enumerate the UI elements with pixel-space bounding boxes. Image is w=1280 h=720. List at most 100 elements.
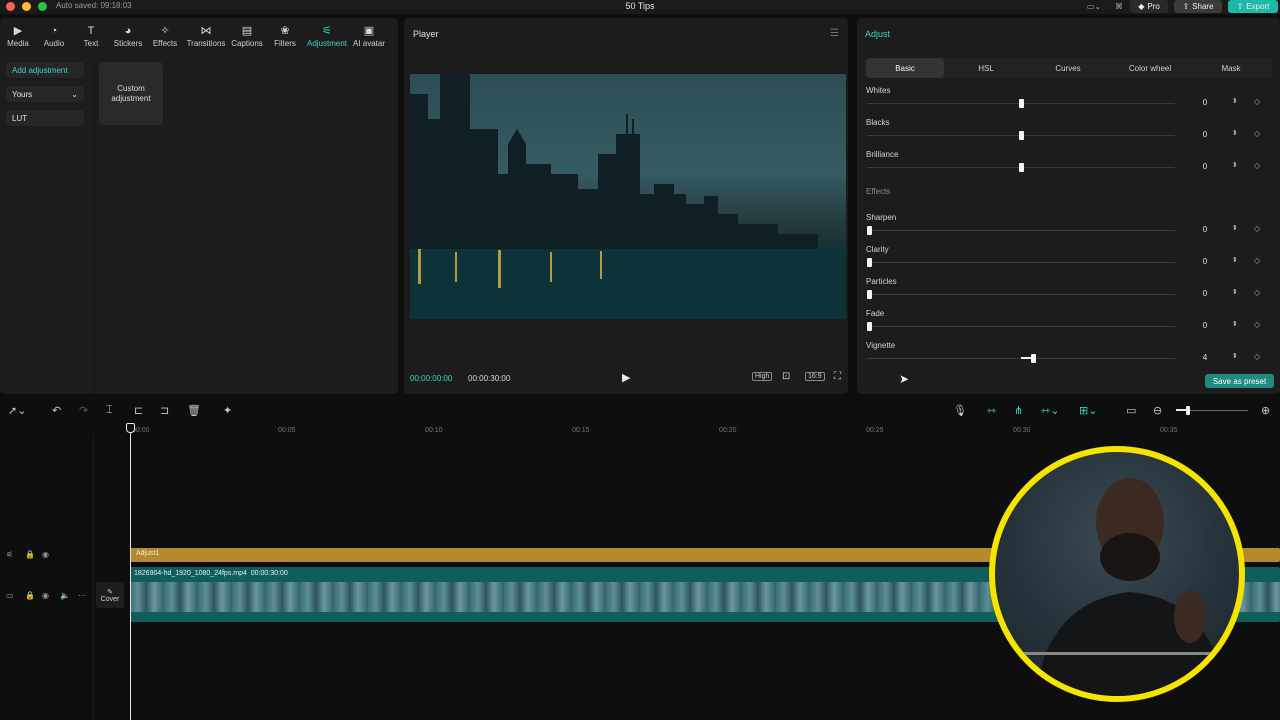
fade-slider[interactable] (867, 322, 1175, 331)
sharpen-stepper-icon[interactable]: ⬍ (1232, 224, 1238, 232)
clarity-keyframe-icon[interactable]: ◇ (1254, 256, 1260, 265)
clarity-stepper-icon[interactable]: ⬍ (1232, 256, 1238, 264)
zoom-in-icon[interactable]: ⊕ (1261, 404, 1270, 417)
subtitle-icon[interactable]: ▭ (1126, 404, 1136, 417)
tab-hsl[interactable]: HSL (946, 58, 1026, 78)
particles-stepper-icon[interactable]: ⬍ (1232, 288, 1238, 296)
lock-icon[interactable]: 🔒 (25, 550, 35, 559)
fade-keyframe-icon[interactable]: ◇ (1254, 320, 1260, 329)
aspect-ratio-button[interactable]: 16:9 (805, 372, 825, 381)
particles-slider-thumb[interactable] (867, 290, 872, 299)
playhead-handle[interactable] (126, 423, 135, 433)
speaker-icon[interactable]: 🔈 (60, 591, 70, 600)
tab-curves[interactable]: Curves (1028, 58, 1108, 78)
layout-icon[interactable]: ▭⌄ (1082, 0, 1106, 13)
magic-wand-icon[interactable]: ✦ (223, 404, 232, 417)
whites-slider[interactable] (867, 99, 1175, 108)
pro-button[interactable]: ◆ Pro (1130, 0, 1168, 13)
quality-button[interactable]: High (752, 372, 773, 381)
trim-left-icon[interactable]: ⊏ (134, 404, 143, 417)
tab-color-wheel[interactable]: Color wheel (1110, 58, 1190, 78)
blacks-slider-thumb[interactable] (1019, 131, 1024, 140)
particles-slider[interactable] (867, 290, 1175, 299)
eye-icon[interactable]: ◉ (42, 550, 49, 559)
blacks-value[interactable]: 0 (1190, 130, 1220, 142)
clarity-value[interactable]: 0 (1190, 257, 1220, 269)
delete-icon[interactable]: 🗑 (187, 404, 201, 417)
brilliance-keyframe-icon[interactable]: ◇ (1254, 161, 1260, 170)
yours-dropdown[interactable]: Yours ⌄ (6, 86, 84, 102)
vignette-keyframe-icon[interactable]: ◇ (1254, 352, 1260, 361)
tab-audio[interactable]: ◔ Audio (34, 24, 74, 54)
undo-icon[interactable]: ↶ (52, 404, 61, 417)
timeline-ruler[interactable]: 00:00 00:05 00:10 00:15 00:20 00:25 00:3… (130, 424, 1280, 436)
whites-value[interactable]: 0 (1190, 98, 1220, 110)
fade-value[interactable]: 0 (1190, 321, 1220, 333)
vignette-slider-thumb[interactable] (1031, 354, 1036, 363)
export-button[interactable]: ⇧ Export (1228, 0, 1278, 13)
tab-captions[interactable]: ▤ Captions (227, 24, 267, 54)
blacks-slider[interactable] (867, 131, 1175, 140)
whites-keyframe-icon[interactable]: ◇ (1254, 97, 1260, 106)
play-icon[interactable]: ▶ (622, 371, 630, 384)
tab-adjustment[interactable]: ⚟ Adjustment (305, 24, 349, 54)
fullscreen-icon[interactable]: ⛶ (834, 371, 841, 382)
vignette-slider[interactable] (867, 354, 1175, 363)
zoom-out-icon[interactable]: ⊖ (1153, 404, 1162, 417)
tab-text[interactable]: T Text (71, 24, 111, 54)
video-preview[interactable] (410, 74, 846, 319)
custom-adjustment-card[interactable]: Custom adjustment (99, 62, 163, 125)
tab-transitions[interactable]: ⋈ Transitions (186, 24, 226, 54)
share-button[interactable]: ⇪ Share (1174, 0, 1222, 13)
tab-effects[interactable]: ✧ Effects (145, 24, 185, 54)
trim-right-icon[interactable]: ⊐ (160, 404, 169, 417)
blacks-stepper-icon[interactable]: ⬍ (1232, 129, 1238, 137)
sharpen-slider[interactable] (867, 226, 1175, 235)
tab-mask[interactable]: Mask (1192, 58, 1270, 78)
fade-slider-thumb[interactable] (867, 322, 872, 331)
vignette-stepper-icon[interactable]: ⬍ (1232, 352, 1238, 360)
playhead[interactable] (130, 424, 131, 720)
whites-stepper-icon[interactable]: ⬍ (1232, 97, 1238, 105)
tab-ai-avatar[interactable]: ▣ AI avatar (349, 24, 389, 54)
magnet-icon[interactable]: ⋔ (1014, 404, 1023, 417)
brilliance-slider-thumb[interactable] (1019, 163, 1024, 172)
tab-basic[interactable]: Basic (866, 58, 944, 78)
tab-media[interactable]: ▶ Media (0, 24, 38, 54)
eye-icon[interactable]: ◉ (42, 591, 49, 600)
add-adjustment-button[interactable]: Add adjustment (6, 62, 84, 78)
menu-icon[interactable]: ☰ (830, 28, 839, 39)
select-tool-icon[interactable]: ➚⌄ (8, 404, 26, 417)
sharpen-value[interactable]: 0 (1190, 225, 1220, 237)
brilliance-slider[interactable] (867, 163, 1175, 172)
zoom-slider[interactable] (1176, 406, 1248, 415)
clarity-slider-thumb[interactable] (867, 258, 872, 267)
lut-button[interactable]: LUT (6, 110, 84, 126)
cover-button[interactable]: ✎ Cover (96, 582, 124, 608)
fit-icon[interactable]: ⊡ (782, 371, 790, 382)
clarity-slider[interactable] (867, 258, 1175, 267)
snap-icon[interactable]: ⇿⌄ (1041, 404, 1059, 417)
tab-stickers[interactable]: ◕ Stickers (108, 24, 148, 54)
sharpen-keyframe-icon[interactable]: ◇ (1254, 224, 1260, 233)
more-icon[interactable]: ⋯ (78, 591, 86, 600)
redo-icon[interactable]: ↷ (79, 404, 88, 417)
particles-keyframe-icon[interactable]: ◇ (1254, 288, 1260, 297)
blacks-keyframe-icon[interactable]: ◇ (1254, 129, 1260, 138)
tab-filters[interactable]: ❀ Filters (265, 24, 305, 54)
lock-icon[interactable]: 🔒 (25, 591, 35, 600)
link-clips-icon[interactable]: ⇿ (987, 404, 996, 417)
shortcuts-icon[interactable]: ⌘ (1112, 0, 1126, 13)
save-as-preset-button[interactable]: Save as preset (1205, 374, 1274, 388)
particles-value[interactable]: 0 (1190, 289, 1220, 301)
vignette-value[interactable]: 4 (1190, 353, 1220, 365)
sharpen-slider-thumb[interactable] (867, 226, 872, 235)
preview-axis-icon[interactable]: ⊞⌄ (1079, 404, 1097, 417)
zoom-slider-thumb[interactable] (1186, 406, 1190, 415)
whites-slider-thumb[interactable] (1019, 99, 1024, 108)
fade-stepper-icon[interactable]: ⬍ (1232, 320, 1238, 328)
brilliance-value[interactable]: 0 (1190, 162, 1220, 174)
microphone-icon[interactable]: 🎙 (953, 404, 967, 417)
split-icon[interactable]: ⌶ (106, 404, 113, 417)
brilliance-stepper-icon[interactable]: ⬍ (1232, 161, 1238, 169)
